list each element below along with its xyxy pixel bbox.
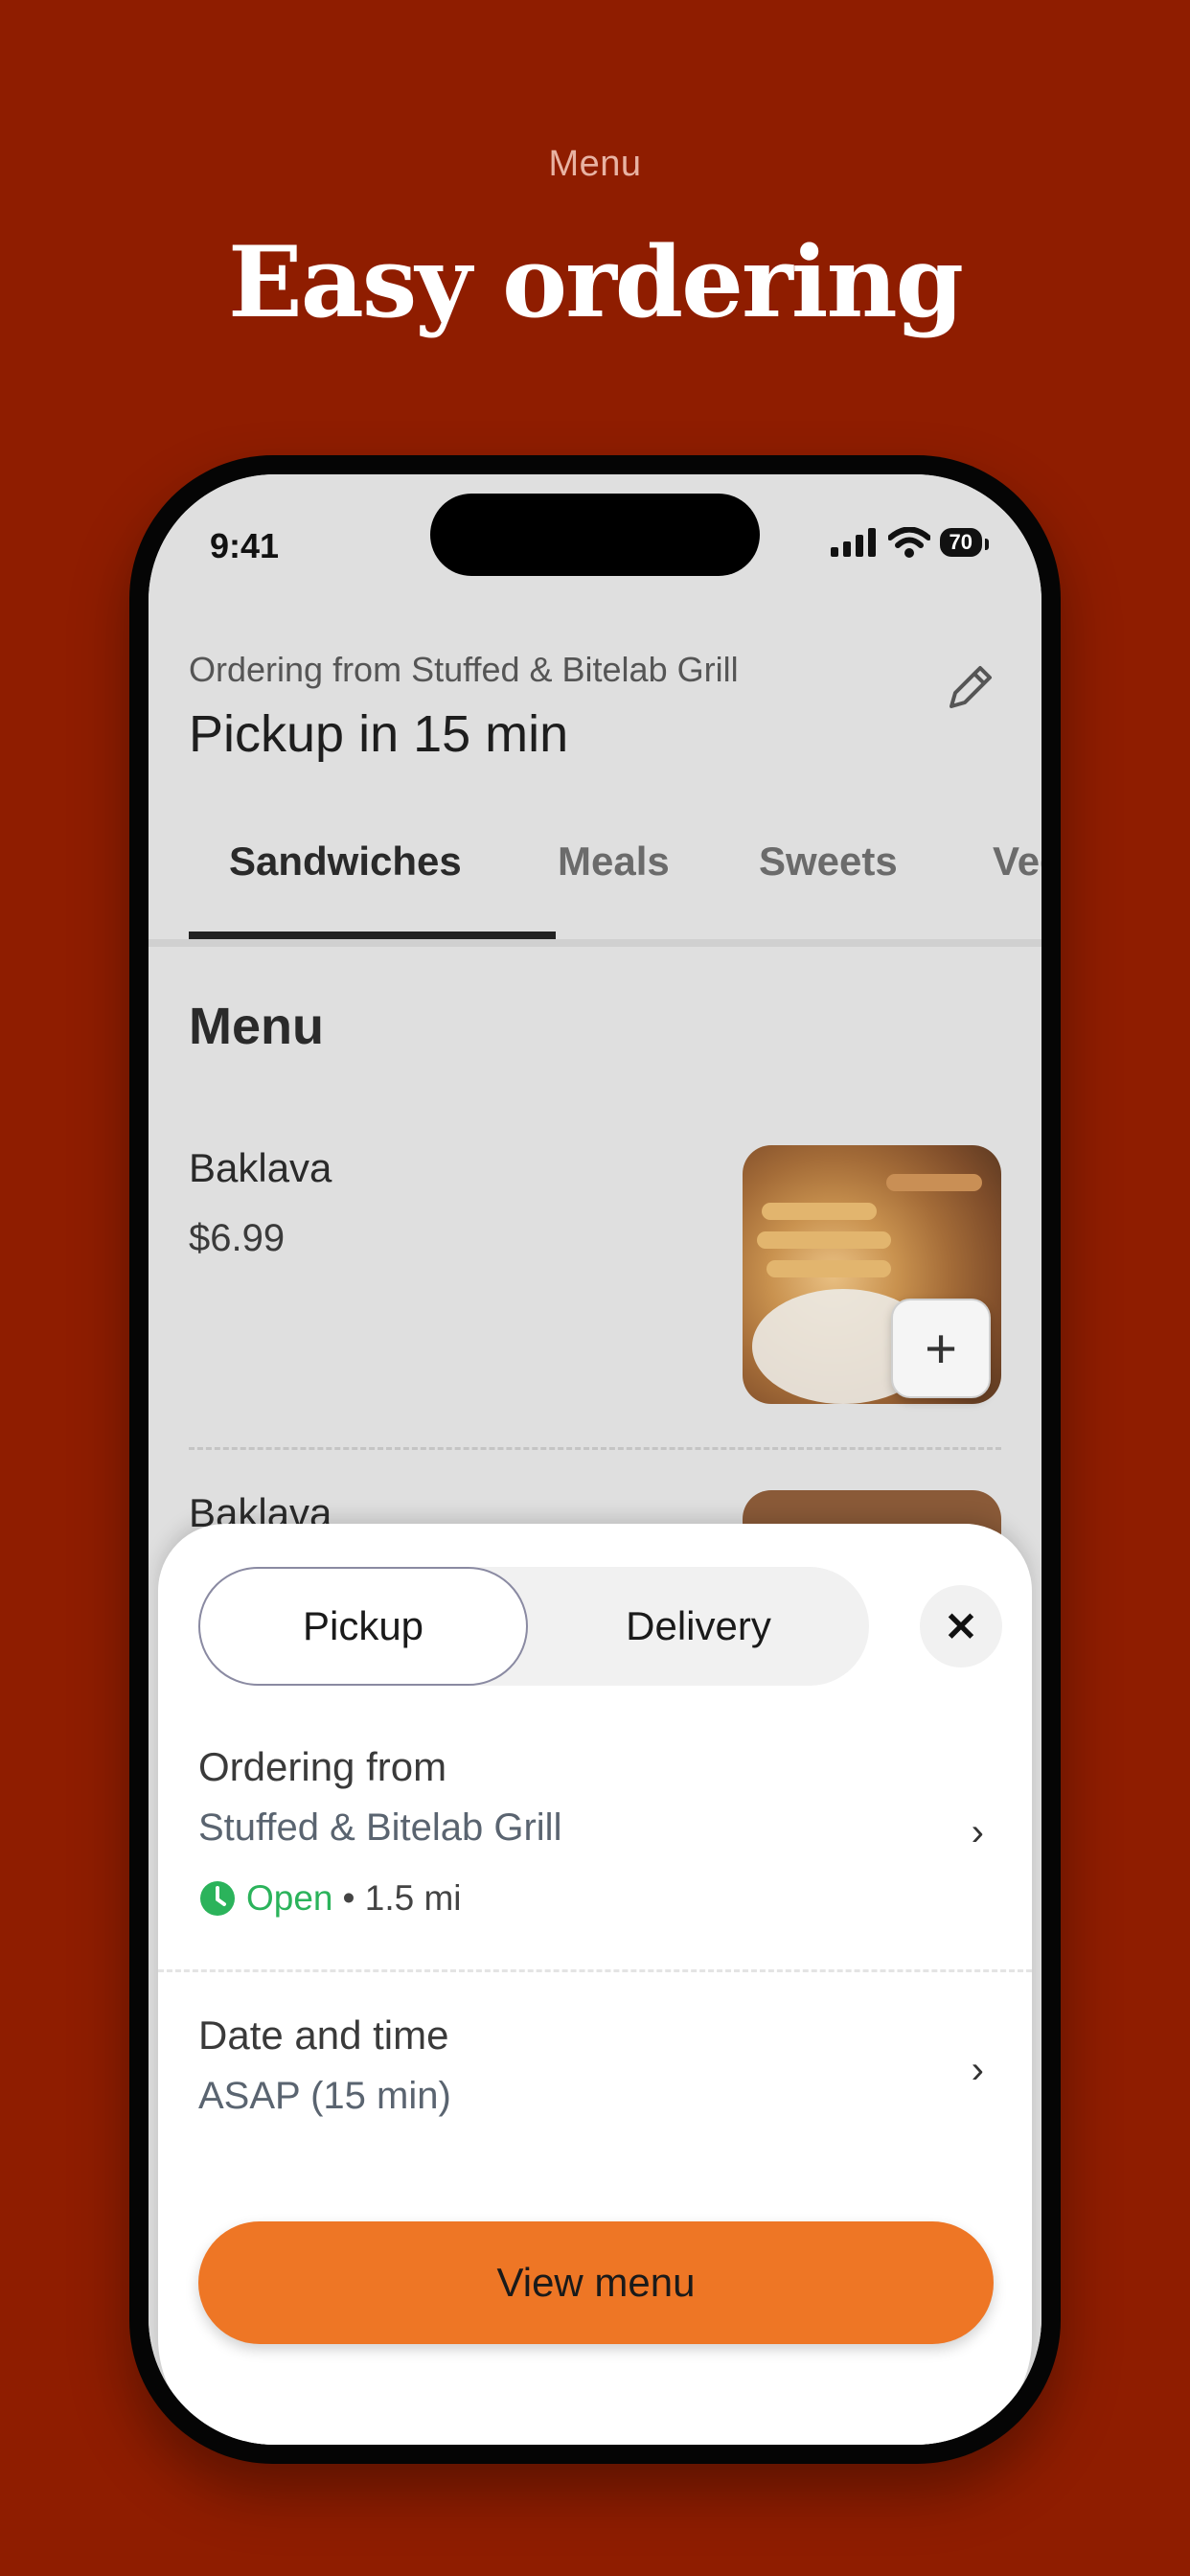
distance: • 1.5 mi <box>342 1878 462 1918</box>
battery-indicator: 70 <box>939 528 990 557</box>
phone-screen: 9:41 70 Ordering from Stuffed & Bitelab … <box>149 474 1041 2445</box>
tab-sweets[interactable]: Sweets <box>759 839 898 885</box>
mode-segmented-control: Pickup Delivery <box>198 1567 869 1686</box>
pastry-layer <box>757 1231 891 1249</box>
ordering-from-title: Ordering from <box>198 1744 447 1789</box>
pastry-layer <box>886 1174 982 1191</box>
menu-heading: Menu <box>189 998 324 1055</box>
tab-sandwiches[interactable]: Sandwiches <box>229 839 462 885</box>
status-icons: 70 <box>830 527 990 558</box>
pastry-layer <box>762 1203 877 1220</box>
close-button[interactable]: ✕ <box>920 1585 1002 1668</box>
pencil-icon <box>950 666 992 708</box>
add-item-button[interactable]: + <box>891 1299 991 1398</box>
cellular-signal-icon <box>830 528 876 557</box>
open-status: Open <box>246 1878 333 1918</box>
tabs-divider <box>149 939 1041 947</box>
category-tabs: Sandwiches Meals Sweets Veg <box>149 810 1041 947</box>
promo-eyebrow: Menu <box>548 144 642 184</box>
ordering-from-label: Ordering from Stuffed & Bitelab Grill <box>189 650 739 689</box>
tab-veg[interactable]: Veg <box>993 839 1041 885</box>
item-divider <box>189 1447 1001 1450</box>
tab-meals[interactable]: Meals <box>558 839 670 885</box>
chevron-right-icon: › <box>971 2049 984 2091</box>
sheet-divider <box>158 1969 1032 1972</box>
restaurant-status: Open • 1.5 mi <box>198 1878 462 1919</box>
promo-title: Easy ordering <box>228 225 964 340</box>
pickup-option[interactable]: Pickup <box>198 1567 528 1686</box>
chevron-right-icon: › <box>971 1811 984 1853</box>
date-time-title: Date and time <box>198 2012 449 2058</box>
pastry-layer <box>767 1260 891 1277</box>
status-time: 9:41 <box>210 526 280 565</box>
active-tab-indicator <box>189 932 556 939</box>
plus-icon: + <box>925 1317 957 1380</box>
dynamic-island <box>430 494 760 576</box>
close-icon: ✕ <box>944 1603 978 1649</box>
pickup-time-title: Pickup in 15 min <box>189 705 569 763</box>
status-bar: 9:41 70 <box>149 474 1041 599</box>
menu-item-price: $6.99 <box>189 1217 286 1259</box>
delivery-option[interactable]: Delivery <box>528 1567 869 1686</box>
view-menu-button[interactable]: View menu <box>198 2221 994 2344</box>
wifi-icon <box>887 527 930 558</box>
restaurant-name: Stuffed & Bitelab Grill <box>198 1806 562 1849</box>
phone-frame: 9:41 70 Ordering from Stuffed & Bitelab … <box>129 455 1061 2464</box>
edit-button[interactable] <box>938 656 1001 720</box>
date-time-value: ASAP (15 min) <box>198 2075 451 2117</box>
clock-icon <box>200 1881 235 1916</box>
order-mode-sheet: Pickup Delivery ✕ Ordering from Stuffed … <box>158 1524 1032 2445</box>
menu-item-name[interactable]: Baklava <box>189 1145 332 1191</box>
